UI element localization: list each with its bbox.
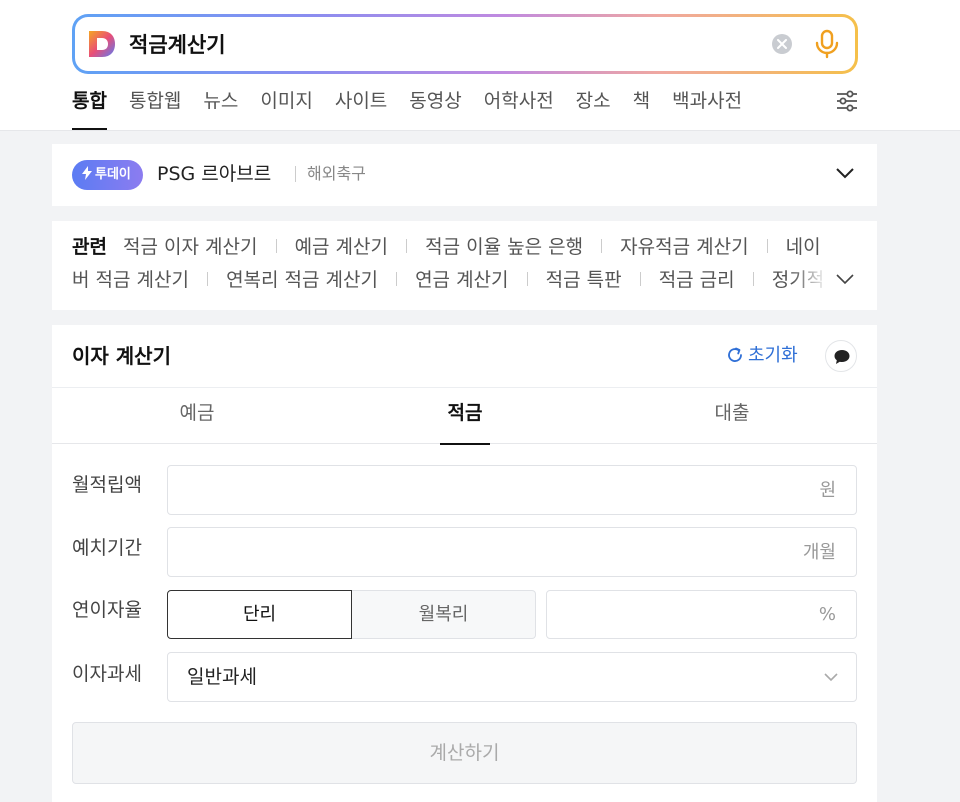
today-badge: 투데이: [72, 160, 143, 190]
close-icon: [777, 39, 787, 49]
simple-interest-button[interactable]: 단리: [167, 590, 352, 639]
related-searches-card: 관련 적금 이자 계산기 예금 계산기 적금 이율 높은 은행 자유적금 계산기…: [52, 221, 877, 310]
today-trending-card[interactable]: 투데이 PSG 르아브르 해외축구: [52, 144, 877, 206]
related-item[interactable]: 예금 계산기: [295, 236, 388, 258]
chat-bubble-icon: [834, 350, 850, 364]
related-line: 버 적금 계산기 연복리 적금 계산기 연금 계산기 적금 특판 적금 금리 정…: [72, 265, 844, 298]
today-category: 해외축구: [307, 164, 366, 183]
microphone-icon[interactable]: [814, 29, 840, 59]
daum-logo-icon: [89, 31, 115, 57]
monthly-deposit-label: 월적립액: [72, 474, 142, 496]
today-title[interactable]: PSG 르아브르: [157, 160, 271, 188]
tab-loan[interactable]: 대출: [707, 388, 757, 444]
calculate-button[interactable]: 계산하기: [72, 722, 857, 784]
tab-sites[interactable]: 사이트: [335, 86, 387, 130]
feedback-button[interactable]: [825, 340, 857, 372]
period-label: 예치기간: [72, 537, 142, 559]
tab-integrated[interactable]: 통합: [72, 86, 107, 130]
filter-settings-icon[interactable]: [834, 88, 860, 114]
related-item[interactable]: 적금 특판: [546, 269, 622, 291]
divider: [295, 166, 296, 182]
tab-web[interactable]: 통합웹: [129, 86, 181, 130]
tax-label: 이자과세: [72, 663, 142, 685]
monthly-deposit-field[interactable]: [167, 465, 857, 515]
related-item[interactable]: 적금 금리: [659, 269, 735, 291]
related-line: 관련 적금 이자 계산기 예금 계산기 적금 이율 높은 은행 자유적금 계산기…: [72, 232, 844, 265]
chevron-down-icon: [824, 673, 838, 682]
chevron-down-icon[interactable]: [835, 272, 855, 286]
calculator-tabs: 예금 적금 대출: [52, 388, 877, 445]
related-item[interactable]: 버 적금 계산기: [72, 269, 189, 291]
related-item[interactable]: 연복리 적금 계산기: [226, 269, 378, 291]
related-item[interactable]: 자유적금 계산기: [620, 236, 748, 258]
related-item[interactable]: 적금 이자 계산기: [123, 236, 257, 258]
tab-videos[interactable]: 동영상: [409, 86, 461, 130]
tab-encyclopedia[interactable]: 백과사전: [672, 86, 742, 130]
related-item[interactable]: 적금 이율 높은 은행: [425, 236, 583, 258]
tax-select[interactable]: 일반과세: [167, 652, 857, 702]
related-item[interactable]: 네이: [786, 236, 821, 258]
tab-deposit[interactable]: 예금: [172, 388, 222, 444]
clear-search-button[interactable]: [772, 34, 792, 54]
tab-places[interactable]: 장소: [576, 86, 611, 130]
monthly-compound-button[interactable]: 월복리: [352, 590, 536, 639]
calculator-title: 이자 계산기: [72, 344, 171, 368]
refresh-icon: [728, 347, 742, 362]
interest-calculator-card: 이자 계산기 초기화 예금 적금 대출 월적립액 예치기간 연이자율 단리 월복…: [52, 325, 877, 802]
tab-news[interactable]: 뉴스: [203, 86, 238, 130]
period-field[interactable]: [167, 527, 857, 577]
search-tabs: 통합 통합웹 뉴스 이미지 사이트 동영상 어학사전 장소 책 백과사전: [72, 86, 764, 130]
reset-button[interactable]: 초기화: [726, 341, 798, 371]
related-item[interactable]: 연금 계산기: [415, 269, 508, 291]
search-input[interactable]: [129, 25, 749, 63]
search-box: [72, 14, 858, 74]
rate-field[interactable]: [546, 590, 857, 639]
monthly-deposit-input[interactable]: [168, 466, 856, 514]
tab-images[interactable]: 이미지: [260, 86, 312, 130]
tab-savings[interactable]: 적금: [440, 388, 490, 445]
header: 통합 통합웹 뉴스 이미지 사이트 동영상 어학사전 장소 책 백과사전: [0, 0, 960, 131]
chevron-down-icon[interactable]: [835, 166, 855, 180]
tab-books[interactable]: 책: [633, 86, 650, 130]
tax-select-value: 일반과세: [187, 666, 257, 688]
rate-input[interactable]: [547, 591, 856, 638]
rate-label: 연이자율: [72, 599, 142, 621]
period-input[interactable]: [168, 528, 856, 576]
lightning-icon: [82, 166, 92, 180]
related-label: 관련: [72, 236, 107, 258]
tab-dictionary[interactable]: 어학사전: [484, 86, 554, 130]
interest-type-toggle: 단리 월복리: [167, 590, 536, 639]
